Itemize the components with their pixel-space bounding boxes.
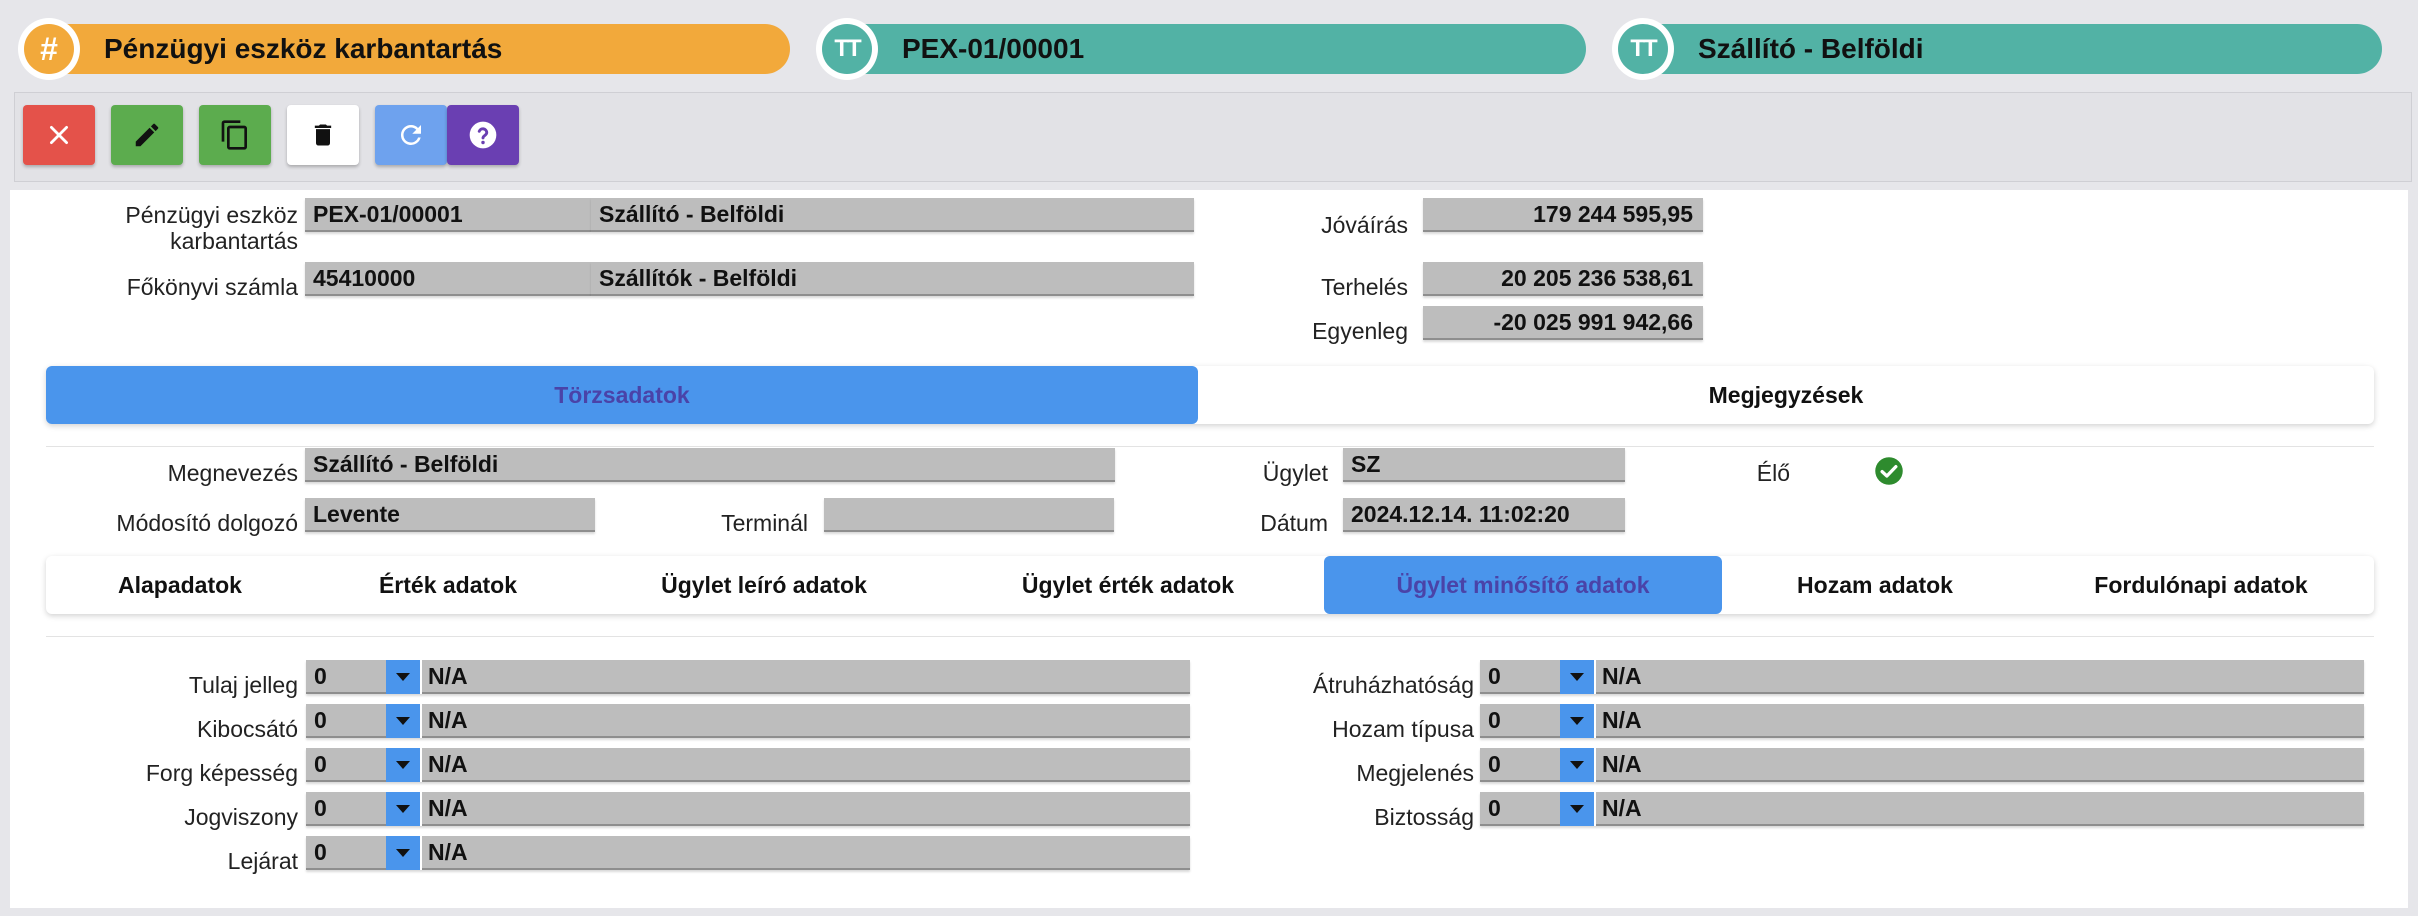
lejarat-select[interactable]: 0 N/A [306, 836, 1190, 870]
biztossag-select[interactable]: 0 N/A [1480, 792, 2364, 826]
close-button[interactable] [23, 105, 95, 165]
field-label: Kibocsátó [196, 716, 298, 742]
chevron-down-icon[interactable] [1560, 792, 1594, 826]
credit-value: 179 244 595,95 [1423, 198, 1703, 232]
text-icon: TT [1612, 18, 1674, 80]
tulaj-jelleg-select[interactable]: 0 N/A [306, 660, 1190, 694]
record-code: PEX-01/00001 [902, 33, 1085, 64]
balance-value: -20 025 991 942,66 [1423, 306, 1703, 340]
chevron-down-icon[interactable] [386, 836, 420, 870]
delete-button[interactable] [287, 105, 359, 165]
module-title: Pénzügyi eszköz karbantartás [104, 33, 503, 64]
name-field[interactable]: Szállító - Belföldi [305, 448, 1115, 482]
name-label: Megnevezés [167, 460, 298, 486]
kibocsato-select[interactable]: 0 N/A [306, 704, 1190, 738]
asset-code-field[interactable]: PEX-01/00001 [305, 198, 591, 232]
terminal-field[interactable] [824, 498, 1114, 532]
ledger-name-field[interactable]: Szállítók - Belföldi [591, 262, 1194, 296]
header-pill-module: # Pénzügyi eszköz karbantartás [18, 18, 790, 80]
main-panel: Pénzügyi eszköz karbantartás PEX-01/0000… [10, 190, 2408, 908]
chevron-down-icon[interactable] [1560, 704, 1594, 738]
field-label: Megjelenés [1356, 760, 1474, 786]
tab-megjegyzesek[interactable]: Megjegyzések [1198, 366, 2374, 424]
text-icon: TT [816, 18, 878, 80]
deal-field[interactable]: SZ [1343, 448, 1625, 482]
modifier-field[interactable]: Levente [305, 498, 595, 532]
field-label: Átruházhatóság [1312, 672, 1474, 698]
debit-label: Terhelés [1321, 274, 1408, 300]
date-field[interactable]: 2024.12.14. 11:02:20 [1343, 498, 1625, 532]
megjelenes-select[interactable]: 0 N/A [1480, 748, 2364, 782]
tab-ugylet-ertek-adatok[interactable]: Ügylet érték adatok [946, 556, 1310, 614]
credit-label: Jóváírás [1321, 212, 1408, 238]
help-icon [469, 121, 497, 149]
terminal-label: Terminál [721, 510, 808, 536]
sub-tabbar: Alapadatok Érték adatok Ügylet leíró ada… [46, 556, 2374, 614]
balance-label: Egyenleg [1312, 318, 1408, 344]
pencil-icon [135, 123, 159, 147]
field-label: Tulaj jelleg [188, 672, 298, 698]
check-circle-icon [1875, 457, 1903, 485]
refresh-icon [400, 124, 421, 145]
divider [46, 636, 2374, 637]
field-label: Forg képesség [145, 760, 298, 786]
refresh-button[interactable] [375, 105, 447, 165]
modifier-label: Módosító dolgozó [116, 510, 298, 536]
ledger-label: Főkönyvi számla [126, 274, 298, 300]
chevron-down-icon[interactable] [386, 748, 420, 782]
tab-alapadatok[interactable]: Alapadatok [46, 556, 314, 614]
live-label: Élő [1756, 460, 1790, 486]
date-label: Dátum [1260, 510, 1328, 536]
close-icon [50, 126, 68, 144]
hozam-tipusa-select[interactable]: 0 N/A [1480, 704, 2364, 738]
tab-hozam-adatok[interactable]: Hozam adatok [1722, 556, 2028, 614]
main-tabbar: Törzsadatok Megjegyzések [46, 366, 2374, 424]
field-label: Biztosság [1374, 804, 1474, 830]
field-label: Jogviszony [184, 804, 298, 830]
header-pill-code: TT PEX-01/00001 [816, 18, 1586, 80]
field-label: Hozam típusa [1332, 716, 1474, 742]
tab-torzsadatok[interactable]: Törzsadatok [46, 366, 1198, 424]
trash-icon [314, 124, 332, 146]
tab-ertek-adatok[interactable]: Érték adatok [314, 556, 582, 614]
asset-name-field[interactable]: Szállító - Belföldi [591, 198, 1194, 232]
asset-label: Pénzügyi eszköz karbantartás [125, 202, 298, 254]
hash-icon: # [18, 18, 80, 80]
chevron-down-icon[interactable] [386, 792, 420, 826]
divider [46, 446, 2374, 447]
jogviszony-select[interactable]: 0 N/A [306, 792, 1190, 826]
chevron-down-icon[interactable] [386, 704, 420, 738]
deal-label: Ügylet [1262, 460, 1328, 486]
record-name: Szállító - Belföldi [1698, 33, 1924, 64]
tab-ugylet-leiro-adatok[interactable]: Ügylet leíró adatok [582, 556, 946, 614]
debit-value: 20 205 236 538,61 [1423, 262, 1703, 296]
edit-button[interactable] [111, 105, 183, 165]
chevron-down-icon[interactable] [1560, 660, 1594, 694]
atruhazhatosag-select[interactable]: 0 N/A [1480, 660, 2364, 694]
forg-kepesseg-select[interactable]: 0 N/A [306, 748, 1190, 782]
field-label: Lejárat [227, 848, 298, 874]
chevron-down-icon[interactable] [1560, 748, 1594, 782]
copy-button[interactable] [199, 105, 271, 165]
toolbar [14, 92, 2412, 182]
ledger-code-field[interactable]: 45410000 [305, 262, 591, 296]
header-pill-name: TT Szállító - Belföldi [1612, 18, 2382, 80]
help-button[interactable] [447, 105, 519, 165]
tab-ugylet-minosito-adatok[interactable]: Ügylet minősítő adatok [1324, 556, 1722, 614]
chevron-down-icon[interactable] [386, 660, 420, 694]
copy-icon [221, 120, 247, 150]
tab-fordulonapi-adatok[interactable]: Fordulónapi adatok [2028, 556, 2374, 614]
